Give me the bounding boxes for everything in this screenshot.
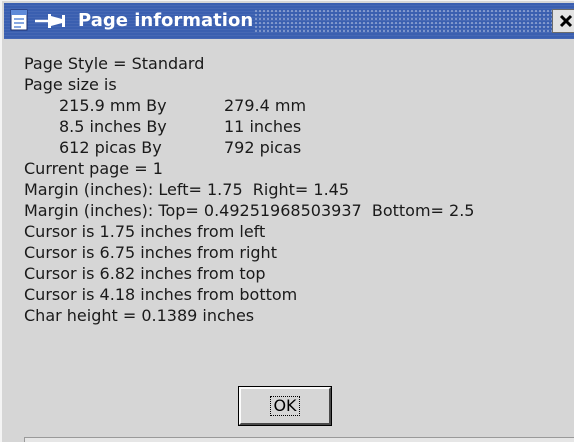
window-title: Page information xyxy=(78,10,254,31)
margin-left-right-line: Margin (inches): Left= 1.75 Right= 1.45 xyxy=(24,180,350,199)
page-size-picas-row: 612 picas By 792 picas xyxy=(24,137,474,158)
cursor-bottom-line: Cursor is 4.18 inches from bottom xyxy=(24,285,298,304)
page-info-text: Page Style = Standard Page size is 215.9… xyxy=(24,53,474,326)
page-width-picas: 612 picas By xyxy=(59,138,162,157)
page-width-mm: 215.9 mm By xyxy=(59,96,167,115)
page-height-mm: 279.4 mm xyxy=(224,96,307,115)
pin-icon[interactable] xyxy=(34,10,72,32)
cursor-left-line: Cursor is 1.75 inches from left xyxy=(24,222,266,241)
page-height-picas: 792 picas xyxy=(224,138,302,157)
page-information-dialog: Page information Page Style = Standard P… xyxy=(0,0,574,442)
title-bar-grip xyxy=(254,9,554,33)
bottom-scrollbar[interactable] xyxy=(24,437,574,442)
current-page-line: Current page = 1 xyxy=(24,159,163,178)
close-icon[interactable] xyxy=(552,9,574,33)
page-width-inches: 8.5 inches By xyxy=(59,117,167,136)
page-size-mm-row: 215.9 mm By 279.4 mm xyxy=(24,95,474,116)
char-height-line: Char height = 0.1389 inches xyxy=(24,306,255,325)
page-style-line: Page Style = Standard xyxy=(24,54,205,73)
page-size-inches-row: 8.5 inches By 11 inches xyxy=(24,116,474,137)
margin-top-bottom-line: Margin (inches): Top= 0.49251968503937 B… xyxy=(24,201,475,220)
page-height-inches: 11 inches xyxy=(224,117,302,136)
document-icon[interactable] xyxy=(10,9,28,31)
ok-button[interactable]: OK xyxy=(238,386,332,426)
page-size-heading: Page size is xyxy=(24,75,117,94)
cursor-right-line: Cursor is 6.75 inches from right xyxy=(24,243,277,262)
title-bar[interactable]: Page information xyxy=(4,3,574,39)
ok-button-label: OK xyxy=(270,396,300,416)
cursor-top-line: Cursor is 6.82 inches from top xyxy=(24,264,266,283)
